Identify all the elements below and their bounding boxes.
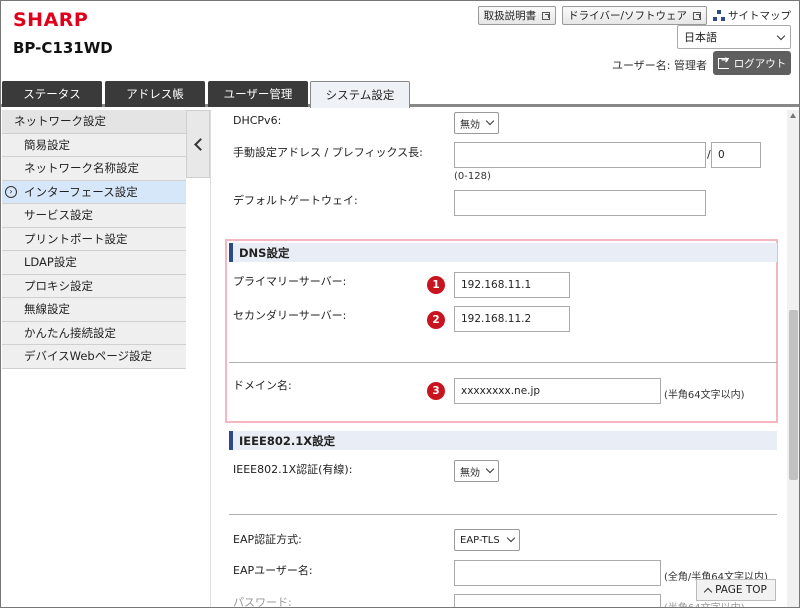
domain-name-label: ドメイン名: [233, 379, 292, 392]
eap-method-select[interactable]: EAP-TLS [454, 529, 520, 551]
sidebar-collapse-button[interactable] [186, 110, 210, 178]
sidebar-item-label: インターフェース設定 [24, 184, 138, 199]
dns-divider [229, 362, 777, 363]
eap-username-label: EAPユーザー名: [233, 564, 313, 577]
ieee8021x-section-title: IEEE802.1X設定 [229, 431, 777, 450]
manual-address-label: 手動設定アドレス / プレフィックス長: [233, 146, 423, 159]
sitemap-link[interactable]: サイトマップ [713, 8, 791, 23]
ieee8021x-auth-label: IEEE802.1X認証(有線): [233, 463, 353, 476]
caret-up-icon [703, 587, 713, 596]
main-tabs: ステータス アドレス帳 ユーザー管理 システム設定 [1, 81, 799, 108]
chevron-down-icon [506, 533, 516, 543]
eap-username-input[interactable] [454, 560, 661, 586]
chevron-left-icon [193, 137, 207, 151]
browser-frame: SHARP BP-C131WD 取扱説明書 ドライバー/ソフトウェア サイトマッ… [0, 0, 800, 608]
manual-link[interactable]: 取扱説明書 [477, 6, 557, 25]
main-content: DHCPv6: 無効 手動設定アドレス / プレフィックス長: / 0 (0-1… [211, 110, 787, 608]
drivers-link-label: ドライバー/ソフトウェア [568, 10, 687, 22]
dhcpv6-value: 無効 [460, 119, 480, 131]
language-value: 日本語 [684, 31, 717, 44]
sitemap-label: サイトマップ [728, 10, 791, 22]
dhcpv6-select[interactable]: 無効 [454, 112, 499, 134]
tab-status[interactable]: ステータス [2, 81, 102, 107]
external-link-icon [693, 11, 701, 20]
sidebar: ネットワーク設定 簡易設定 ネットワーク名称設定 › インターフェース設定 サー… [2, 110, 186, 369]
secondary-dns-label: セカンダリーサーバー: [233, 309, 347, 322]
language-select[interactable]: 日本語 [677, 25, 791, 49]
sidebar-item-quick-setup[interactable]: 簡易設定 [2, 133, 186, 157]
ieee8021x-auth-value: 無効 [460, 467, 480, 479]
scrollbar-thumb[interactable] [789, 310, 798, 480]
sitemap-icon [713, 10, 725, 21]
logout-button[interactable]: ログアウト [713, 51, 791, 75]
username-label: ユーザー名: 管理者 [612, 59, 707, 72]
tab-user-management[interactable]: ユーザー管理 [208, 81, 308, 107]
logout-label: ログアウト [733, 57, 787, 70]
sidebar-item-network-settings[interactable]: ネットワーク設定 [2, 110, 186, 134]
manual-address-input[interactable] [454, 142, 706, 168]
default-gateway-input[interactable] [454, 190, 706, 216]
dhcpv6-label: DHCPv6: [233, 114, 282, 127]
page-top-label: PAGE TOP [715, 584, 767, 596]
sidebar-item-device-web[interactable]: デバイスWebページ設定 [2, 345, 186, 369]
page-top-button[interactable]: PAGE TOP [696, 579, 776, 601]
sidebar-item-network-name[interactable]: ネットワーク名称設定 [2, 157, 186, 181]
eap-method-label: EAP認証方式: [233, 533, 302, 546]
logout-icon [717, 55, 729, 69]
domain-name-note: (半角64文字以内) [664, 390, 745, 401]
password-label: パスワード: [233, 596, 292, 608]
chevron-down-icon [776, 31, 786, 40]
external-link-icon [542, 11, 551, 20]
tab-address-book[interactable]: アドレス帳 [105, 81, 205, 107]
scroll-up-icon[interactable] [790, 113, 796, 118]
sidebar-item-ldap[interactable]: LDAP設定 [2, 251, 186, 275]
prefix-length-input[interactable]: 0 [711, 142, 761, 168]
sidebar-item-print-port[interactable]: プリントポート設定 [2, 227, 186, 251]
ieee-divider [229, 514, 777, 515]
top-links: 取扱説明書 ドライバー/ソフトウェア サイトマップ [477, 6, 791, 25]
sidebar-item-wireless[interactable]: 無線設定 [2, 298, 186, 322]
primary-dns-input[interactable]: 192.168.11.1 [454, 272, 570, 298]
eap-method-value: EAP-TLS [460, 534, 500, 546]
default-gateway-label: デフォルトゲートウェイ: [233, 194, 358, 207]
chevron-down-icon [485, 464, 495, 474]
sidebar-item-easy-connect[interactable]: かんたん接続設定 [2, 321, 186, 345]
model-name: BP-C131WD [13, 39, 113, 57]
prefix-range-note: (0-128) [454, 171, 491, 182]
sidebar-item-services[interactable]: サービス設定 [2, 204, 186, 228]
domain-name-input[interactable]: xxxxxxxx.ne.jp [454, 378, 661, 404]
sharp-logo: SHARP [13, 9, 89, 31]
secondary-dns-input[interactable]: 192.168.11.2 [454, 306, 570, 332]
tab-system-settings[interactable]: システム設定 [310, 81, 410, 108]
sidebar-item-proxy[interactable]: プロキシ設定 [2, 274, 186, 298]
ieee8021x-auth-select[interactable]: 無効 [454, 460, 499, 482]
chevron-right-icon: › [5, 185, 17, 198]
password-input[interactable] [454, 594, 661, 607]
callout-badge-2: 2 [427, 311, 445, 329]
drivers-link[interactable]: ドライバー/ソフトウェア [562, 6, 707, 25]
manual-link-label: 取扱説明書 [483, 10, 537, 22]
sidebar-item-interface[interactable]: › インターフェース設定 [2, 180, 186, 204]
callout-badge-1: 1 [427, 276, 445, 294]
callout-badge-3: 3 [427, 382, 445, 400]
dns-section-title: DNS設定 [229, 243, 777, 262]
chevron-down-icon [485, 116, 495, 126]
vertical-scrollbar[interactable] [787, 110, 799, 607]
primary-dns-label: プライマリーサーバー: [233, 275, 347, 288]
